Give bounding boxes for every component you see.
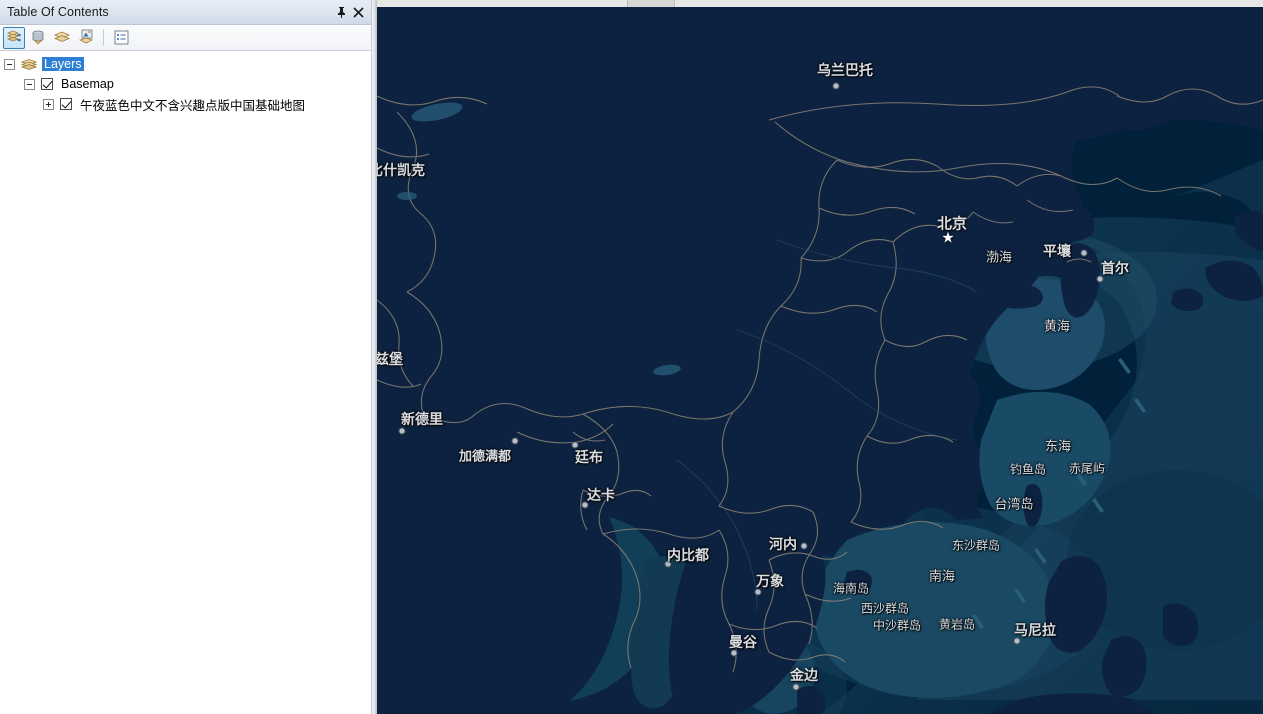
layers-stack-icon — [53, 31, 70, 42]
table-of-contents-panel: Table Of Contents Layers Basemap 午夜蓝色中文不… — [0, 0, 372, 714]
tree-node-basemap-layer[interactable]: 午夜蓝色中文不含兴趣点版中国基础地图 — [0, 94, 371, 114]
map-label: 平壤 — [1043, 244, 1071, 260]
expand-toggle-basemap[interactable] — [24, 78, 35, 90]
map-label: 西沙群岛 — [860, 601, 910, 616]
map-label: 河内 — [769, 537, 797, 553]
city-point-marker — [800, 542, 808, 550]
toc-titlebar: Table Of Contents — [0, 0, 371, 25]
expand-toggle-basemap-layer[interactable] — [43, 98, 54, 110]
tree-label-layers: Layers — [42, 57, 84, 71]
map-label: 中沙群岛 — [872, 618, 922, 633]
toc-toolbar — [0, 25, 371, 51]
close-panel-icon[interactable] — [350, 4, 367, 21]
visibility-checkbox-basemap-layer[interactable] — [60, 98, 72, 110]
toc-layer-tree[interactable]: Layers Basemap 午夜蓝色中文不含兴趣点版中国基础地图 — [0, 51, 371, 714]
map-label: 钓鱼岛 — [1009, 462, 1047, 477]
map-label: 兹堡 — [377, 352, 403, 368]
map-label: 东沙群岛 — [951, 538, 1001, 553]
map-label: 黄岩岛 — [938, 617, 976, 632]
tree-label-basemap-layer: 午夜蓝色中文不含兴趣点版中国基础地图 — [80, 97, 306, 113]
pin-icon — [338, 7, 345, 18]
map-label: 南海 — [928, 569, 956, 585]
tree-node-basemap[interactable]: Basemap — [0, 74, 371, 94]
city-point-marker — [832, 82, 840, 90]
window-strip-tab — [627, 0, 675, 7]
map-view[interactable]: 乌兰巴托比什凯克兹堡新德里加德满都廷布达卡内比都河内万象曼谷金边★北京渤海平壤首… — [377, 0, 1263, 714]
close-icon — [353, 6, 364, 18]
map-label: 比什凯克 — [377, 163, 425, 179]
map-label: 万象 — [756, 574, 784, 590]
city-point-marker — [398, 427, 406, 435]
layers-glyph — [21, 59, 37, 70]
map-label: 台湾岛 — [994, 497, 1034, 513]
city-point-marker — [1013, 637, 1021, 645]
city-point-marker — [511, 437, 519, 445]
map-label: 赤尾屿 — [1068, 461, 1106, 476]
city-point-marker — [581, 501, 589, 509]
database-icon — [32, 30, 43, 45]
map-label: 金边 — [790, 668, 818, 684]
panel-title: Table Of Contents — [7, 5, 109, 19]
options-button[interactable] — [110, 27, 132, 49]
map-label: 廷布 — [575, 450, 603, 466]
map-label: 东海 — [1044, 439, 1072, 455]
tree-node-layers[interactable]: Layers — [0, 54, 371, 74]
list-by-drawing-order-button[interactable] — [3, 26, 25, 49]
city-point-marker — [571, 441, 579, 449]
city-point-marker — [664, 560, 672, 568]
map-label: 加德满都 — [458, 449, 512, 465]
selection-layer-icon — [78, 29, 93, 44]
map-label: 首尔 — [1101, 261, 1129, 277]
capital-star-marker: ★ — [941, 229, 955, 247]
city-point-marker — [792, 683, 800, 691]
layers-icon — [21, 58, 37, 70]
city-point-marker — [1096, 275, 1104, 283]
city-point-marker — [730, 649, 738, 657]
map-label: 海南岛 — [832, 581, 870, 596]
window-top-strip — [377, 0, 1263, 7]
list-by-source-button[interactable] — [27, 27, 49, 49]
application-window: Table Of Contents Layers Basemap 午夜蓝色中文不… — [0, 0, 1263, 714]
city-point-marker — [754, 588, 762, 596]
expand-toggle-layers[interactable] — [4, 58, 15, 70]
drawing-order-icon — [6, 30, 21, 42]
map-label: 渤海 — [985, 250, 1013, 266]
map-label: 马尼拉 — [1014, 623, 1056, 639]
map-label: 乌兰巴托 — [817, 63, 873, 79]
visibility-checkbox-basemap[interactable] — [41, 78, 53, 90]
list-by-visibility-button[interactable] — [51, 27, 73, 49]
city-point-marker — [1080, 249, 1088, 257]
tree-label-basemap: Basemap — [61, 77, 114, 91]
list-by-selection-button[interactable] — [75, 27, 97, 49]
map-label: 达卡 — [587, 488, 615, 504]
map-label-layer: 乌兰巴托比什凯克兹堡新德里加德满都廷布达卡内比都河内万象曼谷金边★北京渤海平壤首… — [377, 0, 1263, 714]
map-label: 内比都 — [667, 548, 709, 564]
toolbar-separator — [103, 29, 104, 46]
map-label: 黄海 — [1043, 319, 1071, 335]
auto-hide-pin-icon[interactable] — [333, 4, 350, 21]
options-list-icon — [114, 30, 128, 45]
map-label: 新德里 — [401, 412, 443, 428]
